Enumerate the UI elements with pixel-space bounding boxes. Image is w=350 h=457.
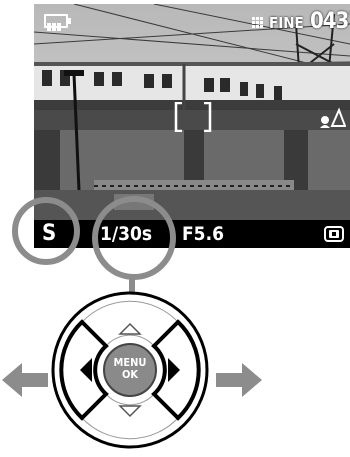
arrow-left-indicator-icon [2, 363, 48, 397]
image-quality-indicator: FINE [252, 14, 304, 32]
shutter-callout-circle [92, 196, 176, 280]
quality-label: FINE [269, 14, 304, 32]
arrow-right-indicator-icon [216, 363, 262, 397]
image-size-icon [252, 17, 263, 28]
scene-mode-icon [320, 107, 346, 128]
lcd-screen: FINE 0437 S 1/30s F5.6 [34, 4, 350, 248]
lcd-status-bar: S 1/30s F5.6 [34, 220, 350, 248]
frames-remaining: 0437 [310, 9, 350, 34]
camera-manual-illustration: FINE 0437 S 1/30s F5.6 [0, 0, 350, 457]
af-frame-bracket [174, 102, 212, 132]
metering-icon [324, 226, 344, 242]
aperture-value: F5.6 [182, 223, 224, 245]
menu-label-line2: OK [121, 368, 139, 381]
battery-icon [44, 14, 71, 31]
mode-callout-circle [12, 197, 80, 265]
menu-ok-label: MENU OK [105, 357, 155, 381]
